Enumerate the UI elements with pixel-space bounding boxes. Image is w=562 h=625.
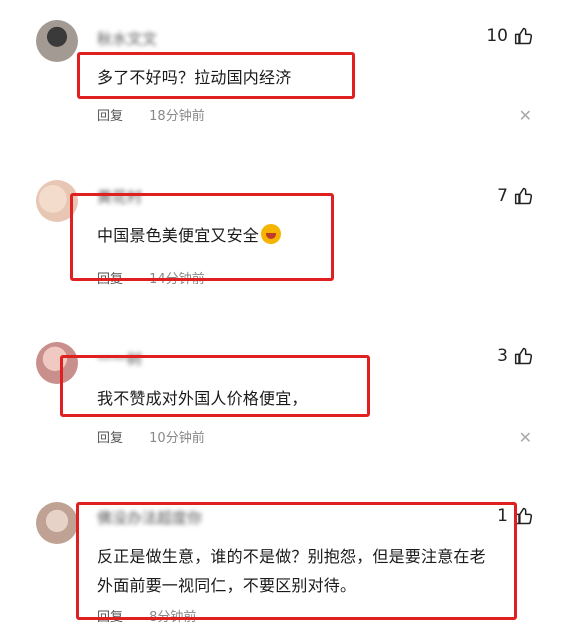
like-count[interactable]: 10 (486, 26, 534, 46)
like-count[interactable]: 3 (497, 346, 534, 366)
like-count-value: 10 (486, 26, 508, 46)
timestamp: 10分钟前 (149, 431, 205, 446)
reply-button[interactable]: 回复 (97, 431, 123, 446)
close-icon[interactable]: ✕ (519, 106, 532, 125)
close-icon[interactable]: ✕ (519, 428, 532, 447)
avatar[interactable] (36, 502, 78, 544)
like-count-value: 7 (497, 186, 508, 206)
reply-button[interactable]: 回复 (97, 109, 123, 124)
thumbs-up-icon[interactable] (514, 346, 534, 366)
highlight-box (60, 355, 370, 417)
avatar[interactable] (36, 20, 78, 62)
thumbs-up-icon[interactable] (514, 506, 534, 526)
like-count[interactable]: 7 (497, 186, 534, 206)
username[interactable]: 秋水文文 (97, 28, 157, 49)
thumbs-up-icon[interactable] (514, 26, 534, 46)
comment-meta: 回复 18分钟前 (97, 105, 205, 124)
timestamp: 18分钟前 (149, 109, 205, 124)
thumbs-up-icon[interactable] (514, 186, 534, 206)
highlight-box (76, 502, 517, 620)
comment-meta: 回复 10分钟前 (97, 427, 205, 446)
highlight-box (77, 52, 355, 99)
like-count-value: 3 (497, 346, 508, 366)
highlight-box (70, 193, 334, 281)
